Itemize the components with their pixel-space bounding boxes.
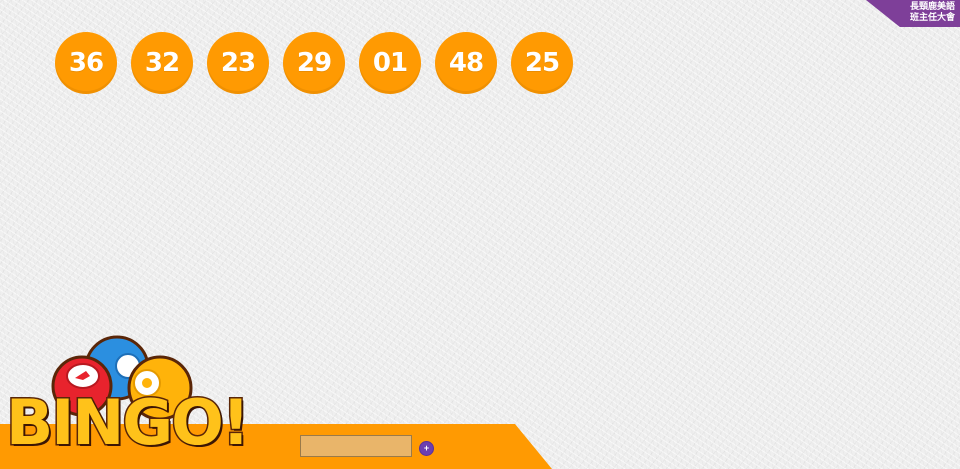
ball-number: 36	[68, 48, 104, 78]
ribbon-line-2: 班主任大會	[909, 13, 955, 23]
bingo-ball: 32	[131, 32, 193, 94]
bingo-logo-text: BINGO!	[4, 386, 251, 459]
ball-number: 01	[372, 48, 408, 78]
ball-number: 25	[524, 48, 560, 78]
bingo-logo: BINGO!	[4, 334, 252, 464]
bingo-ball: 29	[283, 32, 345, 94]
add-number-button[interactable]: +	[419, 441, 434, 456]
plus-icon: +	[423, 443, 430, 453]
ribbon-label: 長頸鹿美語 班主任大會	[895, 2, 955, 24]
ball-number: 29	[296, 48, 332, 78]
ball-number: 23	[220, 48, 256, 78]
drawn-balls-row: 36 32 23 29 01 48 25	[55, 32, 573, 94]
ribbon-line-1: 長頸鹿美語	[909, 2, 955, 12]
number-input[interactable]	[300, 435, 412, 457]
bingo-ball: 23	[207, 32, 269, 94]
bingo-ball: 36	[55, 32, 117, 94]
bingo-ball: 48	[435, 32, 497, 94]
ball-number: 32	[144, 48, 180, 78]
bingo-ball: 01	[359, 32, 421, 94]
ball-number: 48	[448, 48, 484, 78]
bingo-ball: 25	[511, 32, 573, 94]
